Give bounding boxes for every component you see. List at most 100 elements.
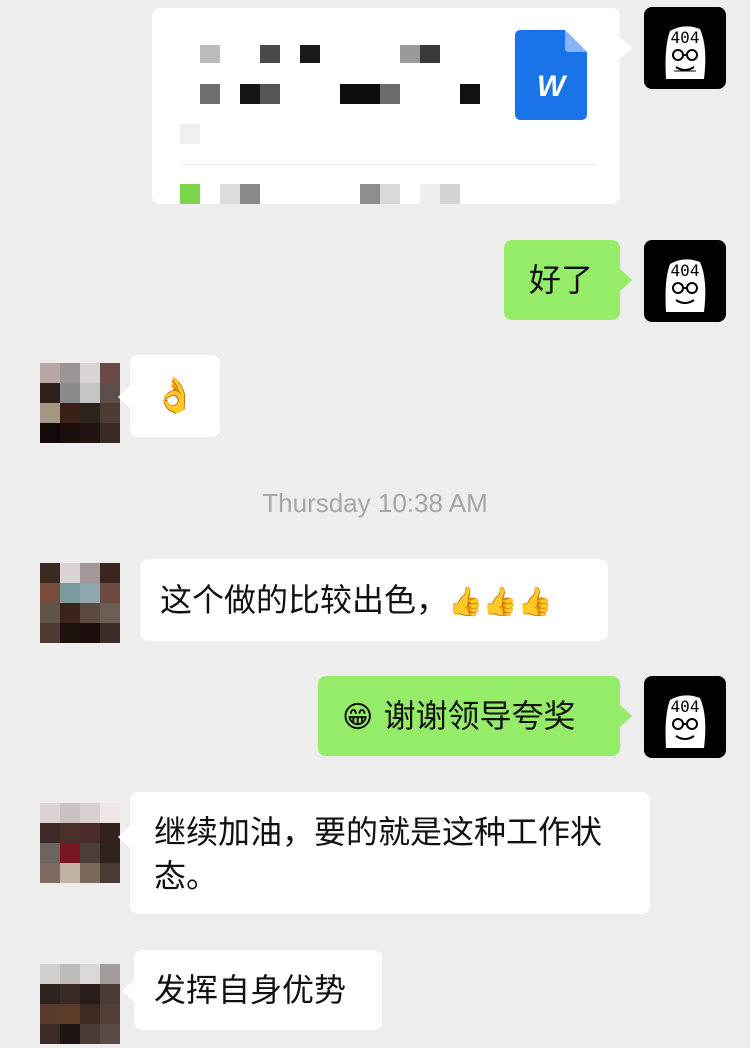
avatar-pixel — [80, 1004, 100, 1024]
obscured-block — [300, 45, 320, 63]
avatar-pixel — [80, 363, 100, 383]
obscured-block — [260, 84, 280, 104]
avatar-pixel — [60, 383, 80, 403]
self-avatar[interactable]: 404 — [644, 7, 726, 89]
bubble-tail — [122, 980, 134, 1002]
obscured-block — [380, 84, 400, 104]
avatar-pixel — [40, 1024, 60, 1044]
avatar-pixel — [60, 403, 80, 423]
svg-text:404: 404 — [671, 28, 700, 47]
avatar-pixel — [80, 843, 100, 863]
thumbs-up-emoji: 👍👍👍 — [448, 585, 553, 618]
avatar-pixel — [80, 863, 100, 883]
cartoon-face-icon: 404 — [665, 695, 706, 748]
other-message-bubble[interactable]: 发挥自身优势 — [134, 950, 382, 1030]
avatar-pixel — [60, 863, 80, 883]
avatar-pixel — [100, 603, 120, 623]
avatar-pixel — [60, 603, 80, 623]
timestamp: Thursday 10:38 AM — [262, 488, 488, 518]
obscured-block — [340, 84, 380, 104]
bubble-tail — [620, 269, 632, 291]
cartoon-face-icon: 404 — [665, 26, 706, 79]
avatar-pixel — [40, 984, 60, 1004]
avatar-pixel — [100, 383, 120, 403]
other-message-bubble[interactable]: 继续加油，要的就是这种工作状态。 — [130, 792, 650, 914]
obscured-block — [420, 45, 440, 63]
avatar-pixel — [80, 583, 100, 603]
obscured-block — [220, 184, 240, 204]
avatar-pixel — [100, 863, 120, 883]
self-avatar[interactable]: 404 — [644, 676, 726, 758]
message-text: 谢谢领导夸奖 — [383, 697, 576, 735]
bubble-tail — [620, 37, 632, 59]
avatar-pixel — [40, 623, 60, 643]
cartoon-face-icon: 404 — [665, 259, 706, 312]
avatar-pixel — [80, 383, 100, 403]
obscured-block — [260, 45, 280, 63]
avatar-pixel — [60, 583, 80, 603]
avatar-pixel — [60, 623, 80, 643]
avatar-pixel — [40, 964, 60, 984]
avatar-pixel — [40, 863, 60, 883]
svg-text:404: 404 — [671, 261, 700, 280]
obscured-block — [400, 45, 420, 63]
obscured-file-title — [200, 45, 220, 63]
avatar-pixel — [60, 823, 80, 843]
avatar-pixel — [80, 623, 100, 643]
avatar-pixel — [100, 623, 120, 643]
avatar-pixel — [40, 563, 60, 583]
word-document-icon: W — [515, 30, 587, 120]
message-text: 继续加油，要的就是这种工作状态。 — [154, 813, 603, 895]
avatar-pixel — [40, 823, 60, 843]
self-message-bubble[interactable]: 😁 谢谢领导夸奖 — [318, 676, 620, 756]
avatar-pixel — [40, 583, 60, 603]
avatar-pixel — [80, 603, 100, 623]
svg-text:W: W — [537, 70, 568, 103]
contact-avatar[interactable] — [40, 803, 120, 883]
avatar-pixel — [100, 984, 120, 1004]
obscured-block — [420, 184, 440, 204]
avatar-pixel — [60, 1024, 80, 1044]
avatar-pixel — [80, 423, 100, 443]
avatar-pixel — [80, 403, 100, 423]
other-message-bubble[interactable]: 👌 — [130, 355, 220, 437]
avatar-pixel — [100, 803, 120, 823]
avatar-pixel — [60, 563, 80, 583]
obscured-block — [460, 84, 480, 104]
avatar-pixel — [80, 563, 100, 583]
avatar-pixel — [40, 803, 60, 823]
contact-avatar[interactable] — [40, 363, 120, 443]
obscured-block — [440, 184, 460, 204]
avatar-pixel — [100, 363, 120, 383]
avatar-pixel — [40, 403, 60, 423]
avatar-pixel — [40, 1004, 60, 1024]
avatar-pixel — [80, 1024, 100, 1044]
obscured-block — [380, 184, 400, 204]
avatar-pixel — [40, 383, 60, 403]
avatar-pixel — [80, 964, 100, 984]
avatar-pixel — [100, 403, 120, 423]
self-message-bubble[interactable]: 好了 — [504, 240, 620, 320]
avatar-pixel — [60, 843, 80, 863]
bubble-tail — [118, 386, 130, 408]
contact-avatar[interactable] — [40, 964, 120, 1044]
avatar-pixel — [60, 1004, 80, 1024]
avatar-pixel — [40, 363, 60, 383]
grinning-emoji: 😁 — [342, 700, 374, 735]
file-message-card[interactable]: W — [152, 8, 620, 204]
contact-avatar[interactable] — [40, 563, 120, 643]
avatar-pixel — [100, 843, 120, 863]
obscured-block — [200, 84, 220, 104]
app-source-icon — [180, 184, 200, 204]
obscured-block — [360, 184, 380, 204]
avatar-pixel — [100, 964, 120, 984]
self-avatar[interactable]: 404 — [644, 240, 726, 322]
card-divider — [180, 164, 598, 165]
other-message-bubble[interactable]: 这个做的比较出色，👍👍👍 — [140, 559, 608, 641]
avatar-pixel — [60, 803, 80, 823]
avatar-pixel — [100, 1024, 120, 1044]
avatar-pixel — [100, 583, 120, 603]
ok-hand-emoji: 👌 — [153, 376, 197, 416]
avatar-pixel — [40, 603, 60, 623]
obscured-block — [240, 84, 260, 104]
